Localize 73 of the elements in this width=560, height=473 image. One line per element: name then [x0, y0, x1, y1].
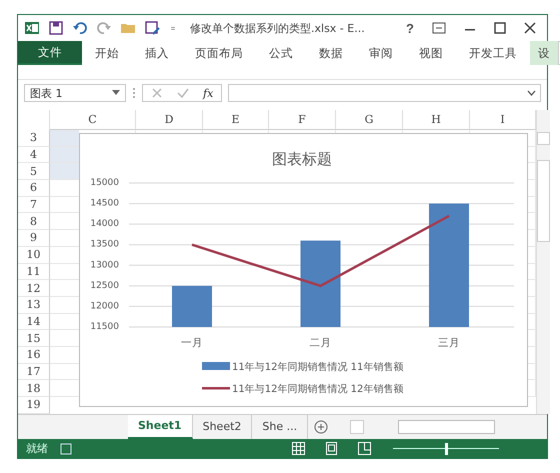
axis-label: 一月	[181, 337, 203, 349]
undo-icon[interactable]	[72, 20, 88, 36]
axis-label: 12000	[90, 301, 119, 312]
row-header[interactable]: 6	[18, 180, 50, 197]
close-icon[interactable]	[524, 22, 536, 34]
excel-icon[interactable]	[24, 20, 40, 36]
ribbon-options-icon[interactable]	[432, 22, 446, 34]
row-header[interactable]: 14	[18, 314, 50, 330]
row-header[interactable]: 18	[18, 380, 50, 397]
chart[interactable]: 图表标题 11500 12000 12500 13000 13500 14000 14500 15000 一月 二月 三月 11年与12年同期销售情况 11年销售额 11年与12年同期销售情况 12年销售额	[79, 133, 528, 407]
normal-view-icon[interactable]	[292, 442, 305, 456]
legend-label: 11年与12年同期销售情况 12年销售额	[232, 384, 404, 395]
row-header[interactable]: 17	[18, 364, 50, 380]
ribbon-tab[interactable]: 开发工具	[456, 41, 530, 65]
ribbon-tab[interactable]: 页面布局	[182, 41, 256, 65]
row-header[interactable]: 10	[18, 246, 50, 264]
insert-function-button[interactable]: fx	[203, 86, 214, 100]
axis-label: 11500	[90, 322, 119, 332]
formula-input[interactable]	[228, 84, 541, 102]
selected-cell[interactable]	[50, 130, 79, 146]
row-header[interactable]: 16	[18, 346, 50, 364]
column-header[interactable]: G	[336, 110, 403, 130]
selected-cell[interactable]	[50, 163, 79, 180]
ribbon-tab[interactable]: 公式	[256, 41, 306, 65]
window-title: 修改单个数据系列的类型.xlsx - E...	[190, 20, 365, 36]
column-header[interactable]: E	[203, 110, 269, 130]
add-sheet-icon[interactable]	[314, 420, 328, 434]
ribbon-tab[interactable]: 审阅	[356, 41, 406, 65]
name-box[interactable]: 图表 1	[24, 84, 126, 102]
row-header[interactable]: 8	[18, 213, 50, 230]
column-header[interactable]: D	[136, 110, 203, 130]
expand-icon[interactable]	[527, 90, 536, 96]
slider-thumb[interactable]	[444, 442, 448, 455]
grip-icon	[132, 87, 136, 99]
row-header[interactable]: 13	[18, 296, 50, 314]
save-icon[interactable]	[48, 20, 64, 36]
ribbon-tab[interactable]: 插入	[132, 41, 182, 65]
ribbon-tab[interactable]: 数据	[306, 41, 356, 65]
help-button[interactable]: ?	[401, 20, 419, 36]
row-header[interactable]: 9	[18, 230, 50, 247]
column-header[interactable]: F	[269, 110, 336, 130]
column-header[interactable]: H	[403, 110, 470, 130]
dropdown-icon[interactable]	[112, 90, 120, 96]
status-text: 就绪	[26, 441, 48, 456]
axis-label: 三月	[438, 337, 460, 349]
ribbon-tab[interactable]: 视图	[406, 41, 456, 65]
ribbon-tab[interactable]: 设	[530, 41, 558, 65]
legend-label: 11年与12年同期销售情况 11年销售额	[232, 362, 404, 373]
page-break-icon[interactable]	[358, 442, 371, 456]
axis-label: 13500	[90, 240, 119, 250]
legend-swatch	[202, 387, 230, 390]
axis-label: 15000	[90, 178, 119, 188]
row-header[interactable]: 11	[18, 264, 50, 280]
selected-cell[interactable]	[50, 146, 79, 162]
maximize-icon[interactable]	[494, 22, 506, 34]
scrollbar-thumb[interactable]	[398, 420, 496, 434]
axis-label: 12500	[90, 280, 119, 291]
row-header[interactable]: 7	[18, 196, 50, 214]
axis-label: 13000	[90, 260, 119, 270]
save-as-icon[interactable]	[144, 20, 160, 36]
sheet-tab[interactable]: Sheet1	[128, 414, 193, 439]
scrollbar-thumb[interactable]	[537, 160, 550, 242]
chart-title: 图表标题	[272, 150, 332, 168]
row-header[interactable]: 15	[18, 330, 50, 347]
axis-label: 14000	[90, 219, 119, 230]
page-layout-icon[interactable]	[325, 442, 338, 456]
ribbon-tab[interactable]: 文件	[18, 41, 82, 65]
zoom-slider[interactable]	[393, 442, 499, 455]
row-header[interactable]: 12	[18, 280, 50, 297]
axis-label: 14500	[90, 198, 119, 209]
ribbon-tab[interactable]: 开始	[82, 41, 132, 65]
axis-label: 二月	[310, 337, 332, 349]
legend-swatch	[202, 362, 230, 370]
